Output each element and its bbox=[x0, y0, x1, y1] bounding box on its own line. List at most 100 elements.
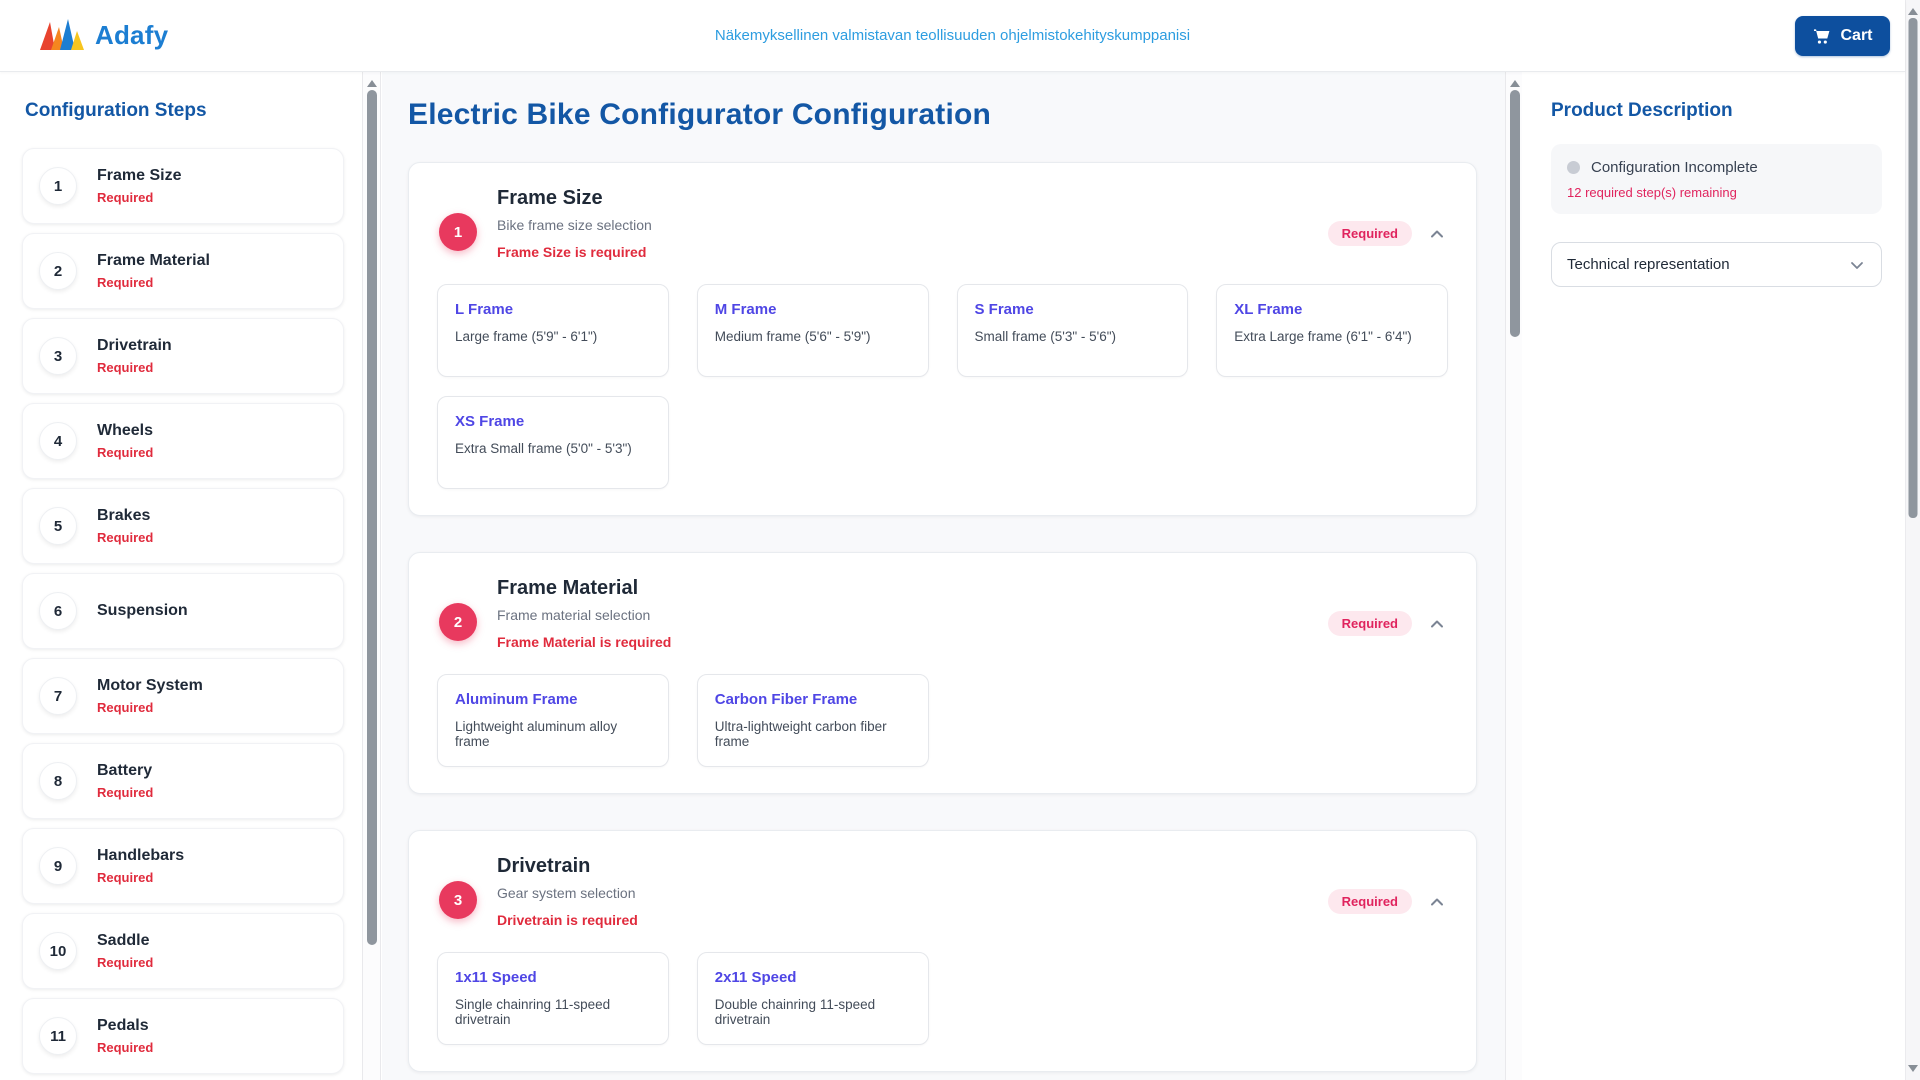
collapse-section-button[interactable] bbox=[1426, 613, 1448, 635]
step-label: Handlebars bbox=[97, 847, 184, 865]
option-description: Extra Small frame (5'0" - 5'3") bbox=[455, 441, 651, 456]
collapse-section-button[interactable] bbox=[1426, 223, 1448, 245]
step-required-label: Required bbox=[97, 530, 153, 545]
section-subtitle: Bike frame size selection bbox=[497, 217, 652, 233]
sidebar-step-item[interactable]: 2 Frame Material Required bbox=[22, 233, 344, 309]
step-label: Battery bbox=[97, 762, 153, 780]
step-number-circle: 11 bbox=[39, 1017, 77, 1055]
logo[interactable]: Adafy bbox=[40, 19, 168, 53]
step-required-label: Required bbox=[97, 870, 184, 885]
panel-title: Product Description bbox=[1551, 100, 1882, 122]
app-header: Adafy Näkemyksellinen valmistavan teolli… bbox=[0, 0, 1905, 72]
status-title: Configuration Incomplete bbox=[1591, 159, 1758, 176]
option-card[interactable]: XL Frame Extra Large frame (6'1" - 6'4") bbox=[1216, 284, 1448, 377]
status-dot-icon bbox=[1567, 161, 1580, 174]
sidebar-step-item[interactable]: 10 Saddle Required bbox=[22, 913, 344, 989]
section-number-badge: 1 bbox=[439, 213, 477, 251]
sidebar-step-item[interactable]: 9 Handlebars Required bbox=[22, 828, 344, 904]
chevron-up-icon bbox=[1428, 893, 1446, 911]
option-description: Small frame (5'3" - 5'6") bbox=[975, 329, 1171, 344]
step-label: Frame Material bbox=[97, 252, 210, 270]
step-required-label: Required bbox=[97, 275, 210, 290]
cart-button[interactable]: Cart bbox=[1795, 16, 1890, 56]
sidebar-step-item[interactable]: 5 Brakes Required bbox=[22, 488, 344, 564]
step-label: Suspension bbox=[97, 602, 188, 620]
step-label: Motor System bbox=[97, 677, 203, 695]
section-title: Frame Material bbox=[497, 577, 671, 600]
step-label: Pedals bbox=[97, 1017, 153, 1035]
step-number-circle: 2 bbox=[39, 252, 77, 290]
option-card[interactable]: 1x11 Speed Single chainring 11-speed dri… bbox=[437, 952, 669, 1045]
option-description: Single chainring 11-speed drivetrain bbox=[455, 997, 651, 1027]
options-grid: 1x11 Speed Single chainring 11-speed dri… bbox=[437, 952, 1448, 1045]
step-required-label: Required bbox=[97, 190, 181, 205]
step-label: Drivetrain bbox=[97, 337, 172, 355]
option-title: Aluminum Frame bbox=[455, 691, 651, 708]
option-title: L Frame bbox=[455, 301, 651, 318]
page-scrollbar-thumb[interactable] bbox=[1909, 18, 1918, 518]
step-required-label: Required bbox=[97, 360, 172, 375]
sidebar-step-item[interactable]: 11 Pedals Required bbox=[22, 998, 344, 1074]
required-badge: Required bbox=[1328, 889, 1412, 914]
step-number-circle: 8 bbox=[39, 762, 77, 800]
scroll-up-icon[interactable] bbox=[367, 80, 377, 87]
logo-text: Adafy bbox=[95, 20, 168, 51]
section-header: 2 Frame Material Frame material selectio… bbox=[437, 577, 1448, 650]
collapse-section-button[interactable] bbox=[1426, 891, 1448, 913]
sidebar-step-item[interactable]: 7 Motor System Required bbox=[22, 658, 344, 734]
option-card[interactable]: L Frame Large frame (5'9" - 6'1") bbox=[437, 284, 669, 377]
option-card[interactable]: XS Frame Extra Small frame (5'0" - 5'3") bbox=[437, 396, 669, 489]
step-number-circle: 3 bbox=[39, 337, 77, 375]
sidebar-step-item[interactable]: 6 Suspension bbox=[22, 573, 344, 649]
step-number-circle: 1 bbox=[39, 167, 77, 205]
option-description: Medium frame (5'6" - 5'9") bbox=[715, 329, 911, 344]
step-label: Wheels bbox=[97, 422, 153, 440]
options-grid: Aluminum Frame Lightweight aluminum allo… bbox=[437, 674, 1448, 767]
section-number-badge: 2 bbox=[439, 603, 477, 641]
main-scrollbar-thumb[interactable] bbox=[1510, 90, 1520, 337]
config-section-card: 2 Frame Material Frame material selectio… bbox=[408, 552, 1477, 794]
option-card[interactable]: S Frame Small frame (5'3" - 5'6") bbox=[957, 284, 1189, 377]
chevron-up-icon bbox=[1428, 615, 1446, 633]
sidebar-step-item[interactable]: 1 Frame Size Required bbox=[22, 148, 344, 224]
option-title: 1x11 Speed bbox=[455, 969, 651, 986]
step-number-circle: 9 bbox=[39, 847, 77, 885]
step-required-label: Required bbox=[97, 955, 153, 970]
product-description-panel: Product Description Configuration Incomp… bbox=[1522, 72, 1905, 1080]
section-error-message: Drivetrain is required bbox=[497, 912, 638, 928]
scroll-up-icon[interactable] bbox=[1510, 80, 1520, 87]
step-number-circle: 6 bbox=[39, 592, 77, 630]
step-number-circle: 5 bbox=[39, 507, 77, 545]
sidebar-step-item[interactable]: 4 Wheels Required bbox=[22, 403, 344, 479]
section-header: 1 Frame Size Bike frame size selection F… bbox=[437, 187, 1448, 260]
config-section-card: 3 Drivetrain Gear system selection Drive… bbox=[408, 830, 1477, 1072]
page-scrollbar[interactable] bbox=[1905, 0, 1920, 1080]
section-number-badge: 3 bbox=[439, 881, 477, 919]
step-required-label: Required bbox=[97, 1040, 153, 1055]
option-card[interactable]: Aluminum Frame Lightweight aluminum allo… bbox=[437, 674, 669, 767]
option-description: Large frame (5'9" - 6'1") bbox=[455, 329, 651, 344]
chevron-down-icon bbox=[1848, 256, 1866, 274]
sidebar-step-item[interactable]: 3 Drivetrain Required bbox=[22, 318, 344, 394]
cart-icon bbox=[1812, 27, 1831, 46]
sidebar-step-item[interactable]: 8 Battery Required bbox=[22, 743, 344, 819]
section-subtitle: Frame material selection bbox=[497, 607, 671, 623]
option-card[interactable]: M Frame Medium frame (5'6" - 5'9") bbox=[697, 284, 929, 377]
status-detail: 12 required step(s) remaining bbox=[1567, 185, 1866, 200]
step-number-circle: 7 bbox=[39, 677, 77, 715]
step-required-label: Required bbox=[97, 445, 153, 460]
sidebar-scrollbar[interactable] bbox=[362, 72, 381, 1080]
option-card[interactable]: 2x11 Speed Double chainring 11-speed dri… bbox=[697, 952, 929, 1045]
step-label: Brakes bbox=[97, 507, 153, 525]
scroll-down-icon[interactable] bbox=[1908, 1065, 1918, 1072]
representation-select[interactable]: Technical representation bbox=[1551, 242, 1882, 287]
configuration-steps-sidebar: Configuration Steps 1 Frame Size Require… bbox=[0, 72, 362, 1080]
option-title: S Frame bbox=[975, 301, 1171, 318]
sidebar-scrollbar-thumb[interactable] bbox=[367, 90, 377, 945]
option-card[interactable]: Carbon Fiber Frame Ultra-lightweight car… bbox=[697, 674, 929, 767]
configuration-status-box: Configuration Incomplete 12 required ste… bbox=[1551, 144, 1882, 214]
scroll-up-icon[interactable] bbox=[1908, 8, 1918, 15]
option-description: Extra Large frame (6'1" - 6'4") bbox=[1234, 329, 1430, 344]
steps-list: 1 Frame Size Required 2 Frame Material R… bbox=[22, 148, 344, 1080]
option-title: XL Frame bbox=[1234, 301, 1430, 318]
